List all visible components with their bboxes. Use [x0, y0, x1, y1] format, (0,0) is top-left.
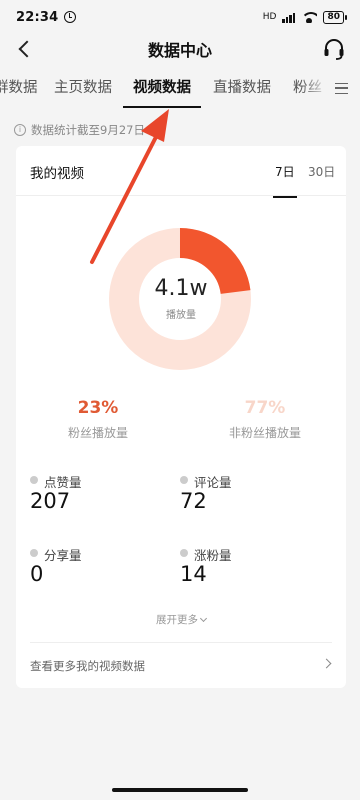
tab-live-data[interactable]: 直播数据	[213, 70, 271, 108]
range-tab-30d[interactable]: 30日	[308, 163, 335, 180]
metric-dot	[30, 476, 38, 484]
tab-homepage-data[interactable]: 主页数据	[54, 70, 112, 108]
tab-video-data[interactable]: 视频数据	[123, 70, 201, 108]
battery-icon: 80	[323, 10, 347, 24]
card-header: 我的视频 7日 30日	[16, 146, 346, 198]
likes-value: 207	[30, 489, 71, 513]
notice-text: 数据统计截至9月27日	[31, 123, 145, 137]
menu-icon[interactable]	[335, 83, 348, 94]
network-type: HD	[262, 12, 277, 22]
comments-value: 72	[180, 489, 207, 513]
status-indicators: HD 80	[262, 10, 347, 24]
divider	[30, 642, 332, 643]
fan-play-label: 粉丝播放量	[67, 426, 128, 440]
page-title: 数据中心	[147, 41, 212, 60]
tab-fade	[300, 70, 330, 108]
status-time: 22:34	[16, 9, 59, 25]
card-title: 我的视频	[30, 166, 84, 182]
data-tabs: 群数据 主页数据 视频数据 直播数据 粉丝	[0, 70, 360, 108]
tab-group-data[interactable]: 群数据	[0, 70, 38, 108]
chevron-right-icon[interactable]	[321, 658, 332, 669]
donut-label: 播放量	[166, 310, 196, 321]
shares-label: 分享量	[44, 548, 82, 563]
non-fan-play-percent: 77%	[244, 398, 286, 418]
alarm-icon	[64, 11, 77, 23]
more-video-data-link[interactable]: 查看更多我的视频数据	[30, 658, 145, 674]
metric-dot	[180, 476, 188, 484]
expand-more-button[interactable]: 展开更多	[16, 612, 346, 627]
metric-dot	[30, 549, 38, 557]
headset-icon[interactable]	[322, 37, 346, 61]
signal-icon	[282, 12, 296, 23]
wifi-icon	[301, 11, 318, 23]
info-icon: i	[14, 124, 26, 136]
fan-play-percent: 23%	[77, 398, 119, 418]
back-arrow-icon[interactable]	[14, 38, 36, 60]
stats-notice: i 数据统计截至9月27日	[14, 122, 145, 138]
donut-value: 4.1w	[154, 276, 208, 301]
new-fans-value: 14	[180, 562, 207, 586]
range-tab-7d[interactable]: 7日	[273, 163, 297, 198]
chevron-down-icon	[199, 614, 208, 623]
nav-bar: 数据中心	[0, 34, 360, 64]
battery-level: 80	[327, 11, 340, 22]
video-stats-card: 我的视频 7日 30日 4.1w 播放量 23% 粉丝播放量 77% 非粉丝播放…	[16, 146, 346, 688]
metric-dot	[180, 549, 188, 557]
status-bar: 22:34 HD 80	[0, 0, 360, 34]
shares-value: 0	[30, 562, 44, 586]
non-fan-play-label: 非粉丝播放量	[228, 426, 301, 440]
expand-more-label: 展开更多	[156, 614, 198, 626]
home-indicator	[112, 788, 248, 792]
